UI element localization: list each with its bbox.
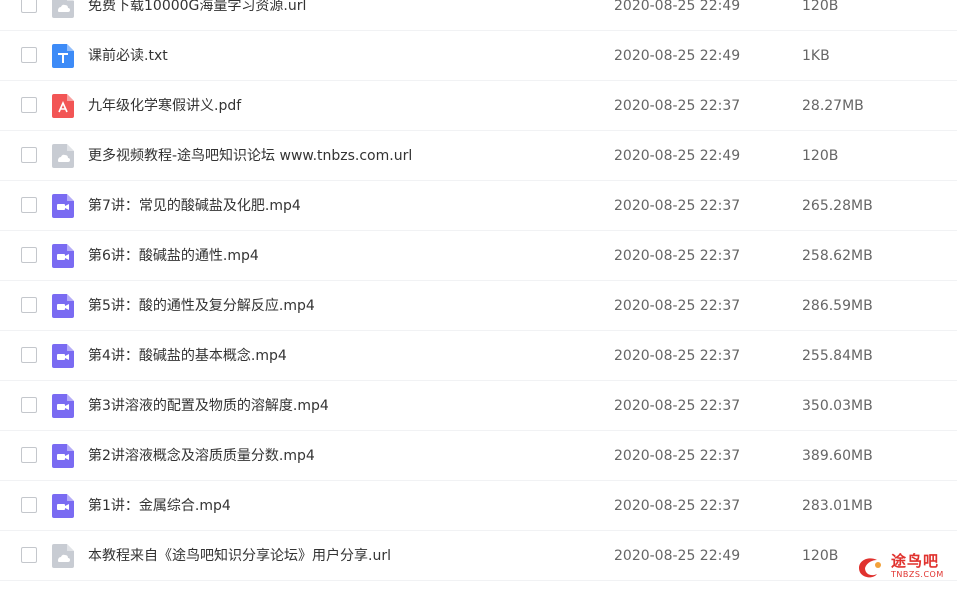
file-row[interactable]: 第2讲溶液概念及溶质质量分数.mp4 2020-08-25 22:37 389.… xyxy=(0,431,957,481)
file-size: 258.62MB xyxy=(802,248,873,264)
watermark: 途鸟吧 TNBZS.COM xyxy=(855,550,955,586)
file-row[interactable]: 第1讲：金属综合.mp4 2020-08-25 22:37 283.01MB xyxy=(0,481,957,531)
file-name[interactable]: 第6讲：酸碱盐的通性.mp4 xyxy=(88,231,259,281)
file-name[interactable]: 第4讲：酸碱盐的基本概念.mp4 xyxy=(88,331,287,381)
file-row[interactable]: 课前必读.txt 2020-08-25 22:49 1KB xyxy=(0,31,957,81)
file-size: 283.01MB xyxy=(802,498,873,514)
row-checkbox[interactable] xyxy=(21,97,37,113)
file-list: 免费下载10000G海量学习资源.url 2020-08-25 22:49 12… xyxy=(0,0,957,581)
file-name[interactable]: 第5讲：酸的通性及复分解反应.mp4 xyxy=(88,281,315,331)
row-checkbox[interactable] xyxy=(21,397,37,413)
file-name[interactable]: 本教程来自《途鸟吧知识分享论坛》用户分享.url xyxy=(88,531,391,581)
file-size: 389.60MB xyxy=(802,448,873,464)
file-row[interactable]: 第5讲：酸的通性及复分解反应.mp4 2020-08-25 22:37 286.… xyxy=(0,281,957,331)
watermark-domain: TNBZS.COM xyxy=(891,570,944,579)
row-checkbox[interactable] xyxy=(21,147,37,163)
file-date: 2020-08-25 22:49 xyxy=(614,48,741,64)
file-row[interactable]: 免费下载10000G海量学习资源.url 2020-08-25 22:49 12… xyxy=(0,0,957,31)
file-name[interactable]: 课前必读.txt xyxy=(88,31,168,81)
pdf-file-icon xyxy=(52,94,74,118)
file-name[interactable]: 第1讲：金属综合.mp4 xyxy=(88,481,231,531)
file-date: 2020-08-25 22:37 xyxy=(614,198,741,214)
video-file-icon xyxy=(52,194,74,218)
watermark-text: 途鸟吧 xyxy=(891,552,940,570)
file-date: 2020-08-25 22:49 xyxy=(614,148,741,164)
file-size: 120B xyxy=(802,148,839,164)
row-checkbox[interactable] xyxy=(21,347,37,363)
video-file-icon xyxy=(52,394,74,418)
row-checkbox[interactable] xyxy=(21,197,37,213)
row-checkbox[interactable] xyxy=(21,297,37,313)
file-name[interactable]: 第7讲：常见的酸碱盐及化肥.mp4 xyxy=(88,181,301,231)
link-file-icon xyxy=(52,144,74,168)
video-file-icon xyxy=(52,294,74,318)
file-size: 255.84MB xyxy=(802,348,873,364)
file-row[interactable]: 本教程来自《途鸟吧知识分享论坛》用户分享.url 2020-08-25 22:4… xyxy=(0,531,957,581)
row-checkbox[interactable] xyxy=(21,47,37,63)
file-row[interactable]: 更多视频教程-途鸟吧知识论坛 www.tnbzs.com.url 2020-08… xyxy=(0,131,957,181)
file-size: 265.28MB xyxy=(802,198,873,214)
link-file-icon xyxy=(52,544,74,568)
file-date: 2020-08-25 22:49 xyxy=(614,0,741,14)
file-size: 286.59MB xyxy=(802,298,873,314)
file-row[interactable]: 第3讲溶液的配置及物质的溶解度.mp4 2020-08-25 22:37 350… xyxy=(0,381,957,431)
file-date: 2020-08-25 22:37 xyxy=(614,298,741,314)
file-row[interactable]: 第4讲：酸碱盐的基本概念.mp4 2020-08-25 22:37 255.84… xyxy=(0,331,957,381)
video-file-icon xyxy=(52,444,74,468)
file-date: 2020-08-25 22:49 xyxy=(614,548,741,564)
row-checkbox[interactable] xyxy=(21,247,37,263)
file-size: 1KB xyxy=(802,48,830,64)
row-checkbox[interactable] xyxy=(21,497,37,513)
file-name[interactable]: 第3讲溶液的配置及物质的溶解度.mp4 xyxy=(88,381,329,431)
tuniaoba-logo-icon xyxy=(859,558,881,578)
file-size: 120B xyxy=(802,548,839,564)
file-name[interactable]: 更多视频教程-途鸟吧知识论坛 www.tnbzs.com.url xyxy=(88,131,412,181)
file-date: 2020-08-25 22:37 xyxy=(614,348,741,364)
video-file-icon xyxy=(52,244,74,268)
row-checkbox[interactable] xyxy=(21,547,37,563)
link-file-icon xyxy=(52,0,74,18)
file-date: 2020-08-25 22:37 xyxy=(614,248,741,264)
row-checkbox[interactable] xyxy=(21,0,37,13)
file-row[interactable]: 第7讲：常见的酸碱盐及化肥.mp4 2020-08-25 22:37 265.2… xyxy=(0,181,957,231)
file-date: 2020-08-25 22:37 xyxy=(614,398,741,414)
file-name[interactable]: 免费下载10000G海量学习资源.url xyxy=(88,0,306,31)
file-size: 350.03MB xyxy=(802,398,873,414)
file-name[interactable]: 九年级化学寒假讲义.pdf xyxy=(88,81,241,131)
file-date: 2020-08-25 22:37 xyxy=(614,98,741,114)
file-date: 2020-08-25 22:37 xyxy=(614,498,741,514)
file-row[interactable]: 第6讲：酸碱盐的通性.mp4 2020-08-25 22:37 258.62MB xyxy=(0,231,957,281)
file-size: 120B xyxy=(802,0,839,14)
file-date: 2020-08-25 22:37 xyxy=(614,448,741,464)
video-file-icon xyxy=(52,494,74,518)
file-row[interactable]: 九年级化学寒假讲义.pdf 2020-08-25 22:37 28.27MB xyxy=(0,81,957,131)
file-size: 28.27MB xyxy=(802,98,864,114)
text-file-icon xyxy=(52,44,74,68)
file-name[interactable]: 第2讲溶液概念及溶质质量分数.mp4 xyxy=(88,431,315,481)
video-file-icon xyxy=(52,344,74,368)
row-checkbox[interactable] xyxy=(21,447,37,463)
